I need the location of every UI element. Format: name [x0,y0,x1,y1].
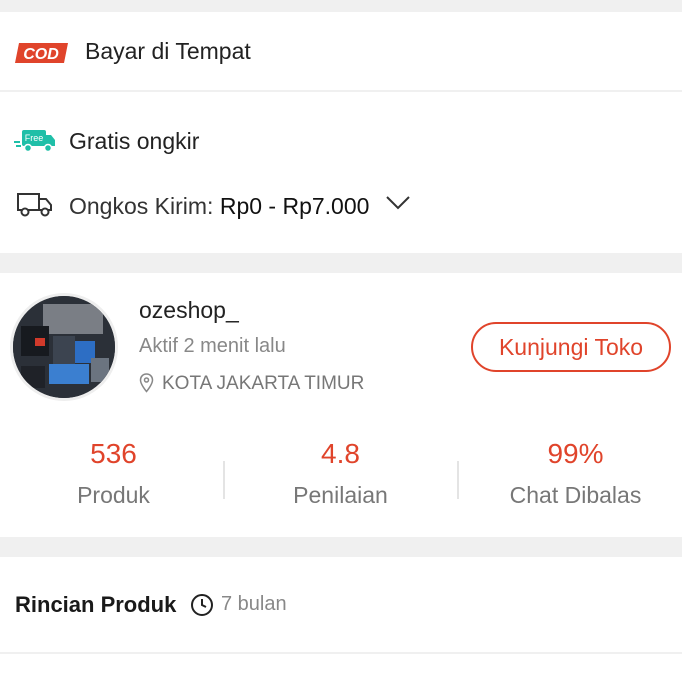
stat-label: Produk [77,482,150,508]
product-details-title: Rincian Produk [15,592,177,617]
stat-value: 4.8 [321,438,360,469]
visit-shop-button[interactable]: Kunjungi Toko [471,322,671,372]
shipping-fee-value: Rp0 - Rp7.000 [219,193,370,219]
stat-products: 536 Produk [0,438,227,509]
location-pin-icon [139,373,154,393]
cod-section: COD Bayar di Tempat [0,12,682,90]
clock-icon [191,594,213,616]
next-section [0,654,682,682]
shop-name[interactable]: ozeshop_ [139,297,239,324]
cod-badge-icon: COD [15,43,68,63]
shop-location: KOTA JAKARTA TIMUR [162,373,365,394]
svg-text:COD: COD [23,46,59,63]
truck-icon [17,193,52,217]
stat-chat: 99% Chat Dibalas [462,438,682,509]
shipping-fee: Ongkos Kirim: Rp0 - Rp7.000 [69,193,369,220]
shipping-section: Free Gratis ongkir Ongkos Kirim: Rp0 - R… [0,92,682,253]
shop-avatar-image [13,296,115,398]
stat-label: Chat Dibalas [509,482,642,508]
svg-text:Free: Free [25,133,44,143]
stat-label: Penilaian [293,482,388,508]
chevron-down-icon[interactable] [385,195,411,211]
free-shipping-label: Gratis ongkir [69,128,200,154]
shop-status: Aktif 2 menit lalu [139,335,286,357]
product-details-section: Rincian Produk 7 bulan [0,557,682,652]
stat-divider [223,461,225,499]
shop-avatar[interactable] [10,293,118,401]
cod-label: Bayar di Tempat [85,38,251,64]
product-age: 7 bulan [221,593,287,615]
shipping-fee-label: Ongkos Kirim: [69,193,214,219]
stat-divider [457,461,459,499]
stat-rating: 4.8 Penilaian [227,438,454,509]
stat-value: 536 [90,438,137,469]
stat-value: 99% [547,438,604,469]
free-shipping-truck-icon: Free [14,130,55,153]
shop-section: ozeshop_ Aktif 2 menit lalu KOTA JAKARTA… [0,273,682,537]
